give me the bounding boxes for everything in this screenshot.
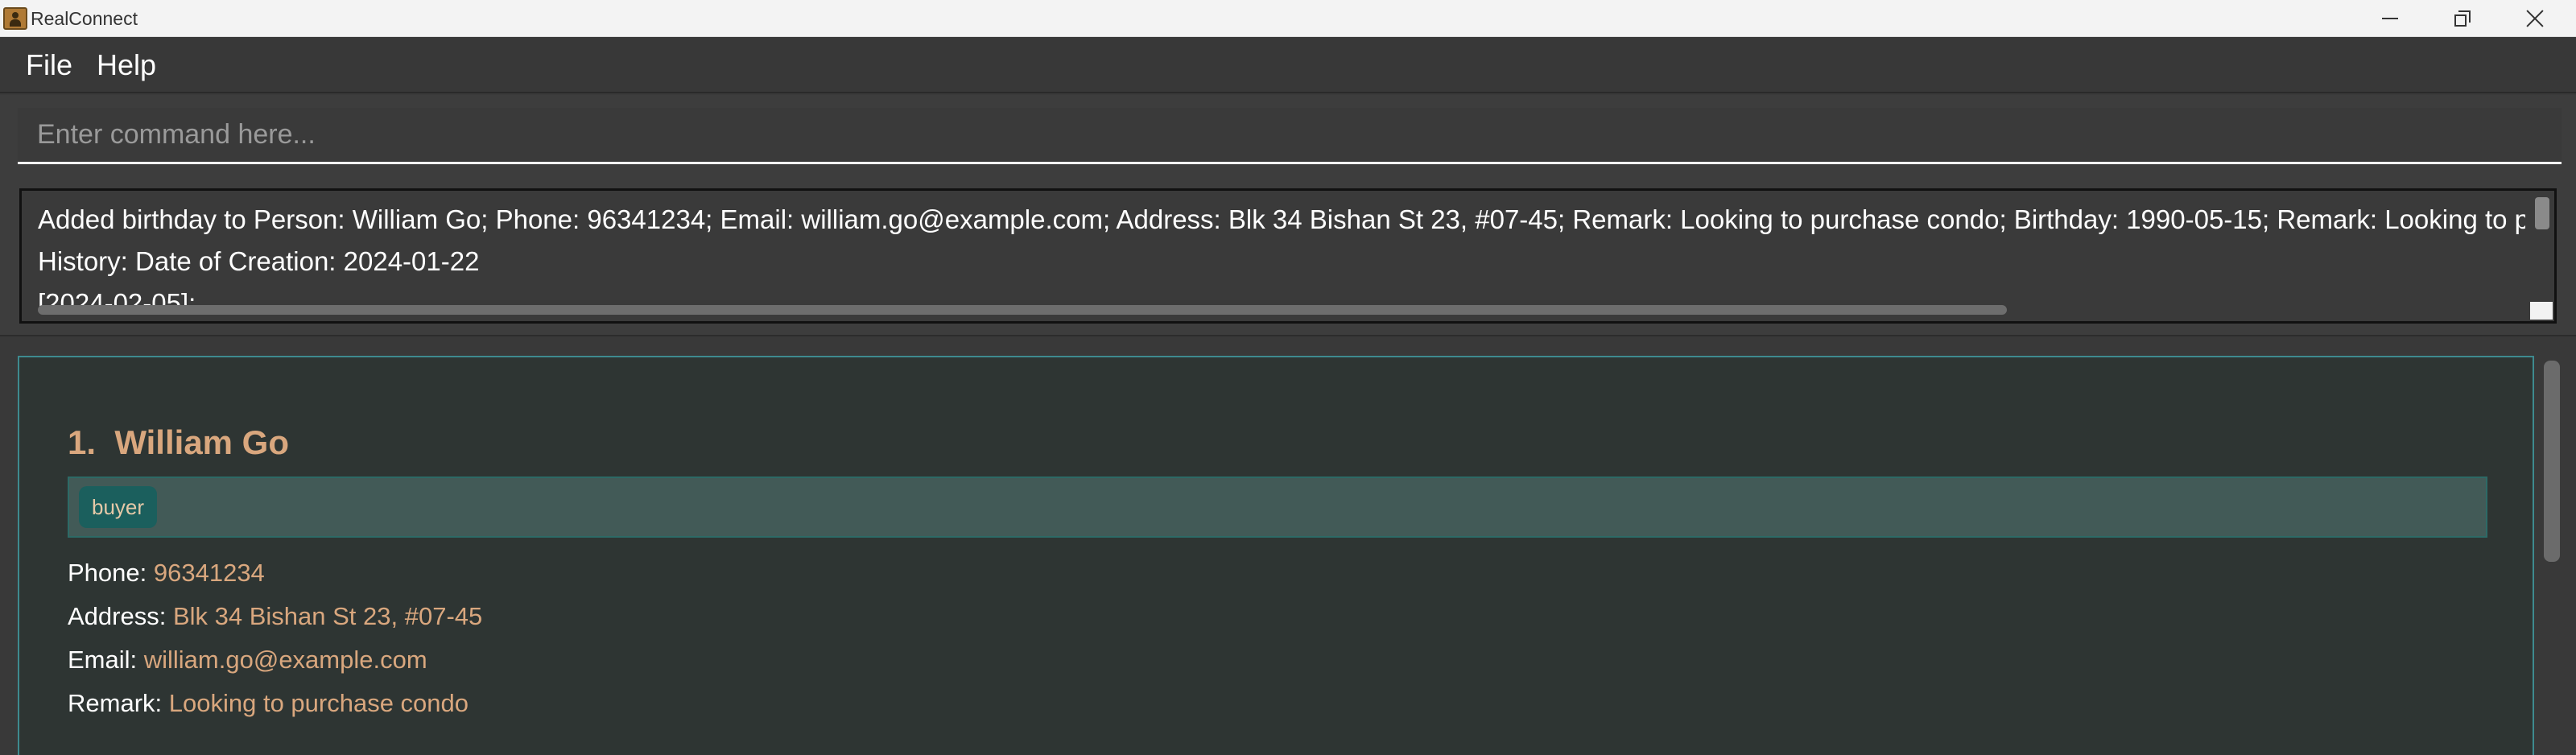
menu-help[interactable]: Help: [97, 48, 156, 82]
person-list: 1. William Go buyer Phone: 96341234 Addr…: [0, 335, 2576, 755]
restore-button[interactable]: [2426, 0, 2499, 37]
restore-icon: [2454, 10, 2471, 27]
vertical-scrollbar[interactable]: [2535, 197, 2549, 229]
remark-field: Remark: Looking to purchase condo: [68, 687, 469, 720]
close-button[interactable]: [2499, 0, 2571, 37]
address-label: Address:: [68, 602, 173, 630]
scroll-corner: [2530, 302, 2553, 320]
remark-value: Looking to purchase condo: [168, 689, 469, 717]
address-value: Blk 34 Bishan St 23, #07-45: [172, 602, 483, 630]
minimize-button[interactable]: [2354, 0, 2426, 37]
person-card[interactable]: 1. William Go buyer Phone: 96341234 Addr…: [18, 356, 2534, 755]
window-title: RealConnect: [31, 8, 138, 29]
result-line: Added birthday to Person: William Go; Ph…: [38, 204, 2525, 234]
list-scrollbar[interactable]: [2544, 361, 2560, 562]
minimize-icon: [2382, 18, 2398, 19]
app-icon: [3, 7, 27, 30]
phone-value: 96341234: [153, 559, 265, 587]
result-display-panel: Added birthday to Person: William Go; Ph…: [0, 172, 2576, 335]
title-bar: RealConnect: [0, 0, 2576, 37]
command-input[interactable]: [18, 108, 2562, 164]
remark-label: Remark:: [68, 689, 169, 717]
phone-field: Phone: 96341234: [68, 557, 265, 589]
email-value: william.go@example.com: [143, 646, 427, 674]
address-field: Address: Blk 34 Bishan St 23, #07-45: [68, 600, 482, 633]
tag-list: buyer: [68, 477, 2487, 538]
email-field: Email: william.go@example.com: [68, 644, 427, 676]
result-line: History: Date of Creation: 2024-01-22: [38, 246, 480, 276]
close-icon: [2526, 10, 2544, 27]
result-display[interactable]: Added birthday to Person: William Go; Ph…: [19, 188, 2557, 324]
tag-badge: buyer: [79, 486, 158, 528]
menu-file[interactable]: File: [26, 48, 72, 82]
command-box: [0, 95, 2576, 172]
horizontal-scrollbar[interactable]: [38, 305, 2007, 315]
person-name: 1. William Go: [68, 423, 290, 461]
phone-label: Phone:: [68, 559, 154, 587]
email-label: Email:: [68, 646, 144, 674]
menu-bar: File Help: [0, 37, 2576, 93]
result-text: Added birthday to Person: William Go; Ph…: [38, 199, 2525, 311]
